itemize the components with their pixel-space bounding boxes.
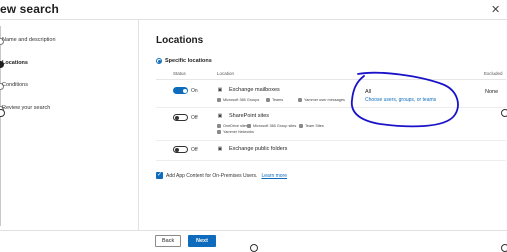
exchange-icon: ▣ [217,87,223,93]
sub-location: Microsoft 365 Groups [217,98,259,102]
title-bar: ew search ✕ [0,0,507,20]
selection-handle[interactable] [501,109,507,117]
col-header-excluded: Excluded [484,71,503,76]
location-name: SharePoint sites [229,113,270,119]
step-locations[interactable]: Locations [2,60,28,66]
step-name-and-description[interactable]: Name and description [2,37,56,43]
excluded-value: None [485,89,499,95]
row-divider [156,140,506,141]
page-title: Locations [156,35,204,46]
onedrive-icon [217,124,221,128]
learn-more-link[interactable]: Learn more [261,173,287,179]
teams-icon [266,98,270,102]
checkbox-checked[interactable]: ✓ [156,172,163,179]
row-divider [156,160,506,161]
step-review-your-search[interactable]: Review your search [2,105,50,111]
sub-location: Teams [266,98,283,102]
selection-handle[interactable] [250,244,258,252]
exchange-mailboxes-toggle[interactable] [173,87,188,94]
sub-location: Team Sites [299,124,324,128]
radio-label: Specific locations [165,58,212,64]
toggle-status-label: Off [191,147,198,153]
checkbox-label: Add App Content for On-Premises Users. [166,172,258,179]
teams-icon [299,124,303,128]
yammer-icon [298,98,302,102]
wizard-progress-line [0,26,1,226]
group-icon [247,124,251,128]
panel-title: ew search [0,2,59,16]
sub-location: OneDrive sites [217,124,248,128]
yammer-icon [217,130,221,134]
back-button[interactable]: Back [155,235,181,247]
hand-drawn-circle-annotation [350,71,459,128]
group-icon [217,98,221,102]
specific-locations-option[interactable]: Specific locations [156,58,212,64]
col-header-location: Location [217,71,235,76]
sub-location: Yammer user messages [298,98,345,102]
next-button[interactable]: Next [188,235,216,247]
radio-button[interactable] [156,58,162,64]
step-conditions[interactable]: Conditions [2,82,28,88]
wizard-steps: Name and description Locations Condition… [0,20,139,230]
public-folder-icon: ▣ [217,146,223,152]
footer-divider [0,230,507,231]
close-icon[interactable]: ✕ [491,3,500,16]
sharepoint-sites-toggle[interactable] [173,114,188,121]
sharepoint-icon: ▣ [217,113,223,119]
exchange-public-folders-toggle[interactable] [173,146,188,153]
selection-handle[interactable] [501,244,507,252]
location-name: Exchange public folders [229,146,288,152]
sub-location: Yammer Networks [217,130,254,134]
location-name: Exchange mailboxes [229,87,280,93]
app-content-option[interactable]: ✓ Add App Content for On-Premises Users.… [156,172,287,179]
toggle-status-label: Off [191,115,198,121]
col-header-status: Status [173,71,186,76]
toggle-status-label: On [191,88,198,94]
sub-location: Microsoft 365 Group sites [247,124,296,128]
